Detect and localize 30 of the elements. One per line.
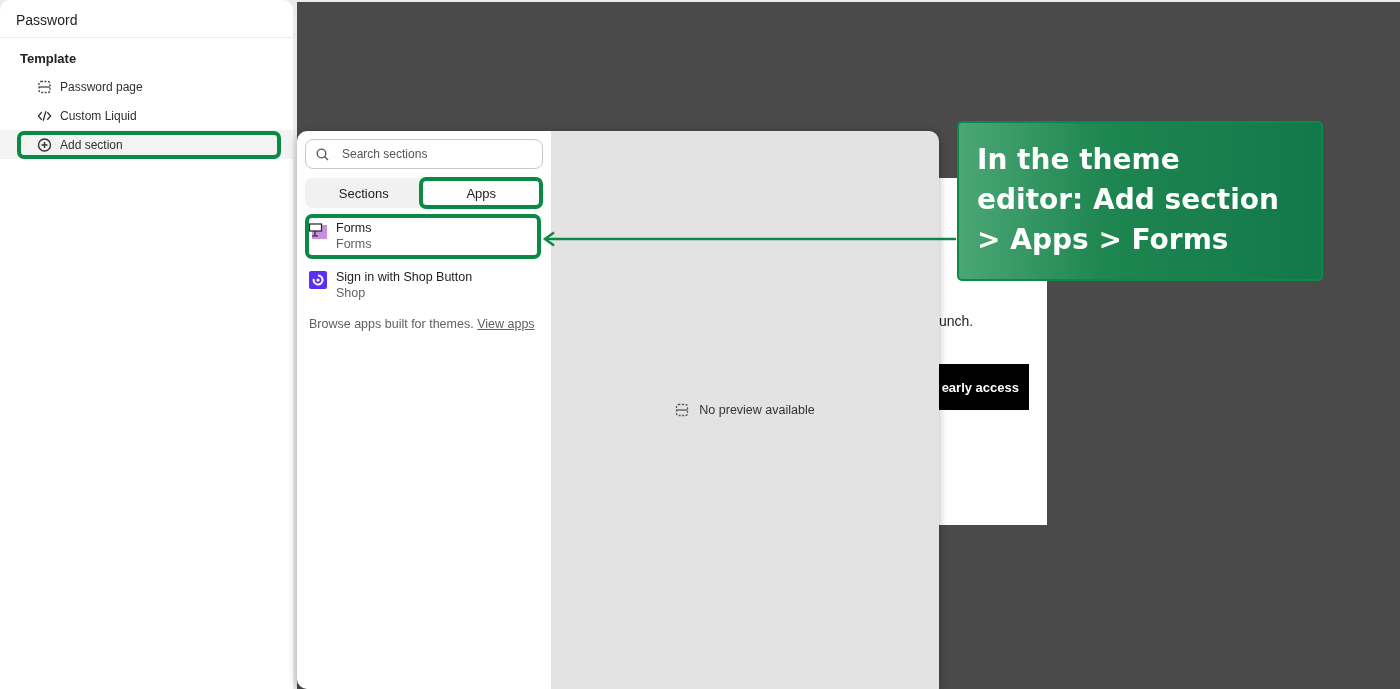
app-item[interactable]: Forms Forms xyxy=(305,214,543,257)
callout-note: In the theme editor: Add section > Apps > Forms xyxy=(957,121,1323,281)
browse-apps-note: Browse apps built for themes. View apps xyxy=(309,316,536,333)
code-icon xyxy=(37,108,52,123)
shop-app-icon xyxy=(309,271,327,289)
section-icon xyxy=(675,403,690,417)
no-preview-text: No preview available xyxy=(699,403,815,417)
section-icon xyxy=(37,79,52,94)
app-item[interactable]: Sign in with Shop Button Shop xyxy=(305,263,543,306)
access-button[interactable]: early access xyxy=(939,364,1029,410)
item-label: Password page xyxy=(60,79,143,94)
forms-icon xyxy=(309,222,327,240)
app-name: Sign in with Shop Button xyxy=(336,270,473,284)
search-icon xyxy=(316,148,329,161)
sidebar-item[interactable]: Custom Liquid xyxy=(0,101,293,130)
search-field[interactable]: Search sections xyxy=(305,139,543,169)
sidebar-item[interactable]: Password page xyxy=(0,72,293,101)
panel-title: Password xyxy=(0,0,293,38)
item-label: Add section xyxy=(60,137,123,152)
app-name: Forms xyxy=(336,221,372,235)
tab[interactable]: Sections xyxy=(305,178,423,208)
group-heading: Template xyxy=(19,50,78,68)
tab[interactable]: Apps xyxy=(422,180,540,206)
app-vendor: Shop xyxy=(336,286,367,300)
body-text: unch. xyxy=(939,313,974,329)
item-label: Custom Liquid xyxy=(60,108,137,123)
add-icon xyxy=(37,137,52,152)
app-vendor: Forms xyxy=(336,237,372,251)
sidebar-item[interactable]: Add section xyxy=(0,130,293,159)
view-apps-link[interactable]: View apps xyxy=(477,317,535,331)
